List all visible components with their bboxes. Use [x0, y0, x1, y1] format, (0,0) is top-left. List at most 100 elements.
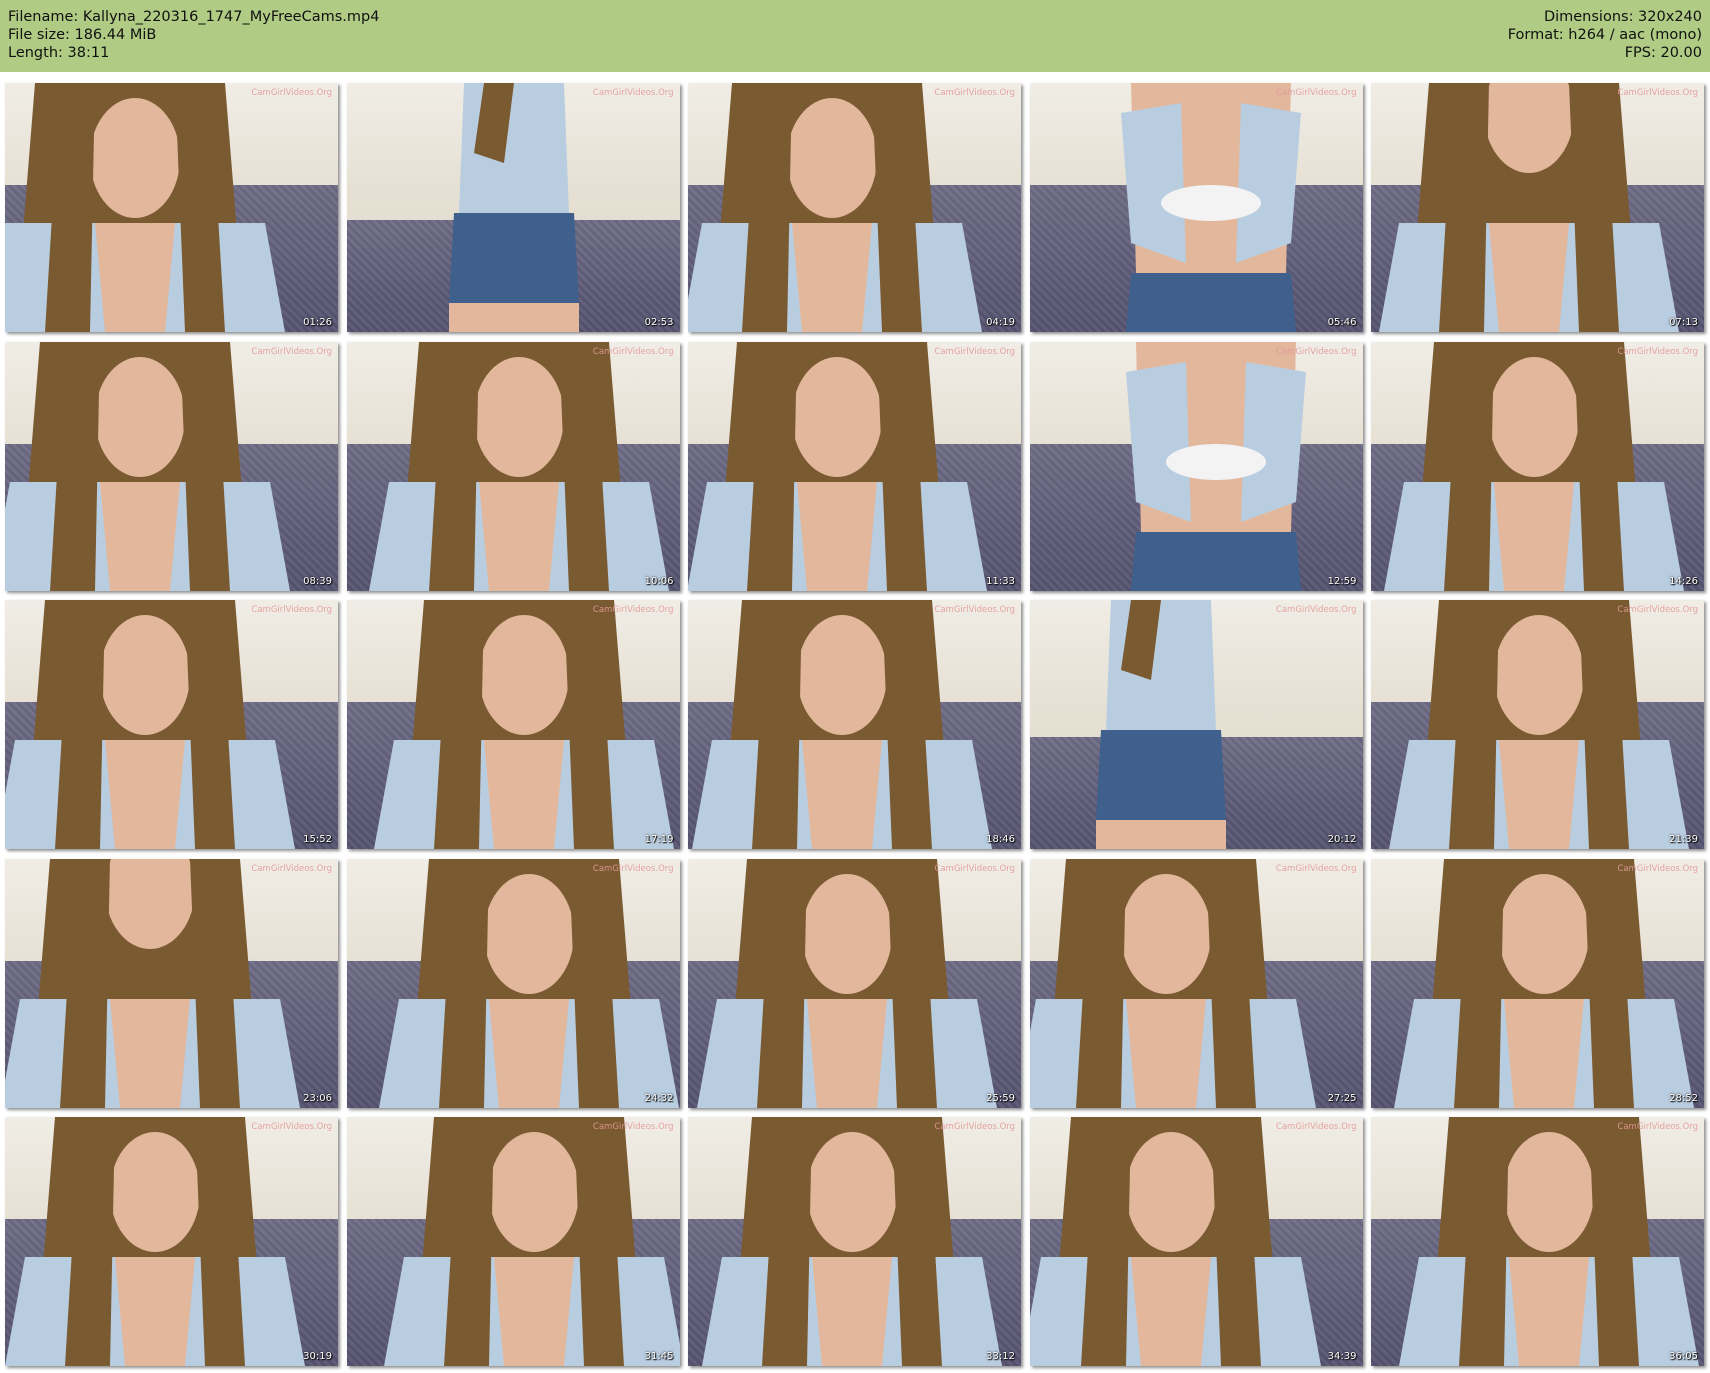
timestamp-label: 36:05 [1669, 1351, 1698, 1362]
stream-info: Dimensions: 320x240 Format: h264 / aac (… [1508, 8, 1702, 62]
person-figure [1095, 600, 1226, 849]
watermark-text: CamGirlVideos.Org [934, 863, 1015, 874]
person-figure [5, 858, 300, 1108]
timestamp-label: 07:13 [1669, 317, 1698, 328]
timestamp-label: 11:33 [986, 575, 1015, 587]
timestamp-label: 10:06 [644, 575, 674, 587]
person-figure [5, 341, 290, 591]
watermark-text: CamGirlVideos.Org [251, 863, 332, 874]
thumbnail-frame: CamGirlVideos.Org 21:39 [1371, 600, 1704, 849]
person-figure [368, 341, 669, 591]
thumbnail-frame: CamGirlVideos.Org 25:59 [688, 858, 1021, 1108]
watermark-text: CamGirlVideos.Org [1617, 863, 1698, 874]
watermark-text: CamGirlVideos.Org [592, 346, 674, 357]
timestamp-label: 33:12 [986, 1351, 1015, 1362]
timestamp-label: 25:59 [986, 1092, 1015, 1104]
thumbnail-frame: CamGirlVideos.Org 08:39 [5, 341, 338, 591]
timestamp-label: 20:12 [1327, 834, 1357, 845]
watermark-text: CamGirlVideos.Org [592, 605, 674, 615]
thumbnail-frame: CamGirlVideos.Org 33:12 [688, 1117, 1021, 1366]
person-figure [692, 600, 992, 849]
timestamp-label: 05:46 [1327, 317, 1357, 328]
person-figure [5, 1117, 305, 1366]
timestamp-label: 24:32 [644, 1092, 674, 1104]
thumbnail-frame: CamGirlVideos.Org 24:32 [346, 858, 680, 1108]
person-figure [1029, 1117, 1321, 1366]
thumbnail-frame: CamGirlVideos.Org 02:53 [346, 83, 680, 332]
watermark-text: CamGirlVideos.Org [1617, 346, 1698, 357]
thumbnail-frame: CamGirlVideos.Org 27:25 [1029, 858, 1363, 1108]
file-info: Filename: Kallyna_220316_1747_MyFreeCams… [8, 8, 379, 62]
thumbnail-frame: CamGirlVideos.Org 36:05 [1371, 1117, 1704, 1366]
timestamp-label: 17:19 [644, 834, 674, 845]
person-figure [378, 858, 679, 1108]
person-figure [1384, 341, 1684, 591]
person-figure [702, 1117, 1002, 1366]
thumbnail-frame: CamGirlVideos.Org 34:39 [1029, 1117, 1363, 1366]
thumbnail-frame: CamGirlVideos.Org 04:19 [688, 83, 1021, 332]
timestamp-label: 12:59 [1327, 575, 1357, 587]
thumbnail-frame: CamGirlVideos.Org 20:12 [1029, 600, 1363, 849]
timestamp-label: 18:46 [986, 834, 1015, 845]
person-figure [1029, 858, 1316, 1108]
watermark-text: CamGirlVideos.Org [934, 605, 1015, 615]
watermark-text: CamGirlVideos.Org [251, 88, 332, 98]
timestamp-label: 04:19 [986, 317, 1015, 328]
timestamp-label: 01:26 [303, 317, 332, 328]
timestamp-label: 14:26 [1669, 575, 1698, 587]
timestamp-label: 21:39 [1669, 834, 1698, 845]
watermark-text: CamGirlVideos.Org [251, 346, 332, 357]
person-figure [1125, 341, 1306, 591]
watermark-text: CamGirlVideos.Org [251, 605, 332, 615]
thumbnail-frame: CamGirlVideos.Org 30:19 [5, 1117, 338, 1366]
person-figure [5, 600, 295, 849]
info-header: Filename: Kallyna_220316_1747_MyFreeCams… [0, 0, 1710, 72]
watermark-text: CamGirlVideos.Org [592, 863, 674, 874]
watermark-text: CamGirlVideos.Org [934, 88, 1015, 98]
thumbnail-frame: CamGirlVideos.Org 07:13 [1371, 83, 1704, 332]
fps-text: FPS: 20.00 [1624, 45, 1702, 61]
thumbnail-frame: CamGirlVideos.Org 31:45 [346, 1117, 680, 1366]
thumbnail-frame: CamGirlVideos.Org 12:59 [1029, 341, 1363, 591]
thumbnail-frame: CamGirlVideos.Org 28:52 [1371, 858, 1704, 1108]
person-figure [1379, 83, 1679, 332]
filename-text: Filename: Kallyna_220316_1747_MyFreeCams… [8, 9, 380, 25]
dimensions-text: Dimensions: 320x240 [1543, 9, 1702, 25]
timestamp-label: 28:52 [1669, 1092, 1698, 1104]
watermark-text: CamGirlVideos.Org [1275, 88, 1357, 98]
watermark-text: CamGirlVideos.Org [1617, 88, 1698, 98]
person-figure [688, 83, 982, 332]
person-figure [697, 858, 997, 1108]
timestamp-label: 08:39 [303, 575, 332, 587]
thumbnail-frame: CamGirlVideos.Org 14:26 [1371, 341, 1704, 591]
thumbnail-frame: CamGirlVideos.Org 18:46 [688, 600, 1021, 849]
timestamp-label: 02:53 [644, 317, 674, 328]
watermark-text: CamGirlVideos.Org [592, 88, 674, 98]
thumbnail-frame: CamGirlVideos.Org 17:19 [346, 600, 680, 849]
format-text: Format: h264 / aac (mono) [1507, 27, 1702, 43]
length-text: Length: 38:11 [8, 45, 110, 61]
timestamp-label: 15:52 [303, 834, 332, 845]
thumbnail-frame: CamGirlVideos.Org 23:06 [5, 858, 338, 1108]
filesize-text: File size: 186.44 MiB [8, 27, 157, 43]
person-figure [373, 600, 674, 849]
person-figure [5, 83, 285, 332]
person-figure [1120, 83, 1301, 332]
person-figure [1394, 858, 1694, 1108]
thumbnail-frame: CamGirlVideos.Org 15:52 [5, 600, 338, 849]
watermark-text: CamGirlVideos.Org [251, 1122, 332, 1132]
watermark-text: CamGirlVideos.Org [1275, 1122, 1357, 1132]
thumbnail-frame: CamGirlVideos.Org 05:46 [1029, 83, 1363, 332]
watermark-text: CamGirlVideos.Org [1275, 605, 1357, 615]
watermark-text: CamGirlVideos.Org [1617, 605, 1698, 615]
person-figure [688, 341, 987, 591]
watermark-text: CamGirlVideos.Org [1275, 346, 1357, 357]
thumbnail-frame: CamGirlVideos.Org 11:33 [688, 341, 1021, 591]
thumbnail-frame: CamGirlVideos.Org 10:06 [346, 341, 680, 591]
person-figure [1399, 1117, 1699, 1366]
timestamp-label: 31:45 [644, 1351, 674, 1362]
timestamp-label: 34:39 [1327, 1351, 1357, 1362]
person-figure [1389, 600, 1689, 849]
watermark-text: CamGirlVideos.Org [592, 1122, 674, 1132]
watermark-text: CamGirlVideos.Org [1275, 863, 1357, 874]
